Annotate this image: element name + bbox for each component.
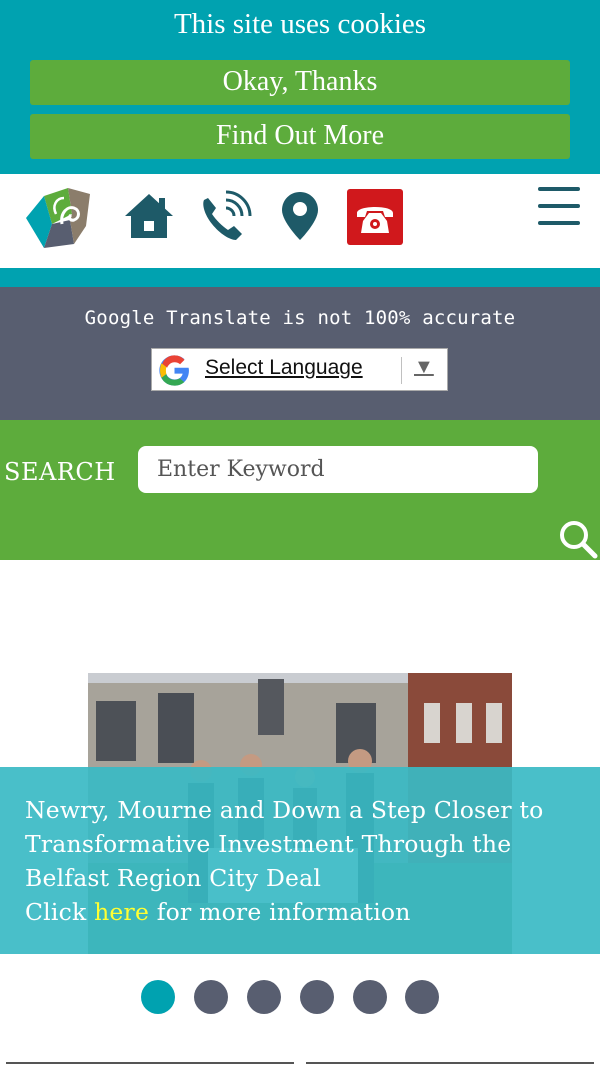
carousel-dot-2[interactable] [194, 980, 228, 1014]
hero-text: Newry, Mourne and Down a Step Closer to … [25, 793, 595, 929]
hero-headline: Newry, Mourne and Down a Step Closer to … [25, 796, 544, 892]
select-language-label: Select Language [205, 356, 363, 379]
translate-bar: Google Translate is not 100% accurate Se… [0, 287, 600, 420]
carousel-dot-3[interactable] [247, 980, 281, 1014]
cookie-banner: This site uses cookies Okay, Thanks Find… [0, 0, 600, 174]
hero-click-suffix: for more information [149, 898, 411, 926]
logo[interactable] [22, 184, 94, 252]
search-icon[interactable] [557, 518, 599, 560]
translate-disclaimer: Google Translate is not 100% accurate [84, 307, 516, 329]
search-input[interactable] [138, 446, 538, 493]
dropdown-separator [401, 357, 402, 384]
carousel-dot-1[interactable] [141, 980, 175, 1014]
carousel-dot-4[interactable] [300, 980, 334, 1014]
select-language-dropdown[interactable]: Select Language ▼ [151, 348, 448, 391]
cookie-title: This site uses cookies [173, 8, 427, 40]
section-divider-left [6, 1062, 294, 1064]
dropdown-arrow-icon: ▼ [414, 356, 434, 378]
okay-thanks-button[interactable]: Okay, Thanks [30, 60, 570, 105]
carousel-dot-6[interactable] [405, 980, 439, 1014]
hamburger-menu-icon[interactable] [536, 184, 582, 228]
phone-icon[interactable] [196, 188, 252, 244]
hero-caption: Newry, Mourne and Down a Step Closer to … [0, 767, 600, 954]
home-icon[interactable] [121, 188, 177, 244]
hero-more-link[interactable]: here [94, 898, 149, 926]
location-pin-icon[interactable] [272, 188, 328, 244]
carousel-dot-5[interactable] [353, 980, 387, 1014]
search-bar: SEARCH [0, 420, 600, 560]
hero-click-prefix: Click [25, 898, 95, 926]
google-g-icon [159, 355, 189, 386]
site-header [0, 174, 600, 268]
header-divider [0, 268, 600, 287]
find-out-more-button[interactable]: Find Out More [30, 114, 570, 159]
emergency-phone-icon[interactable] [347, 189, 403, 245]
carousel-dots [141, 980, 441, 1016]
section-divider-right [306, 1062, 594, 1064]
search-label: SEARCH [4, 458, 116, 486]
